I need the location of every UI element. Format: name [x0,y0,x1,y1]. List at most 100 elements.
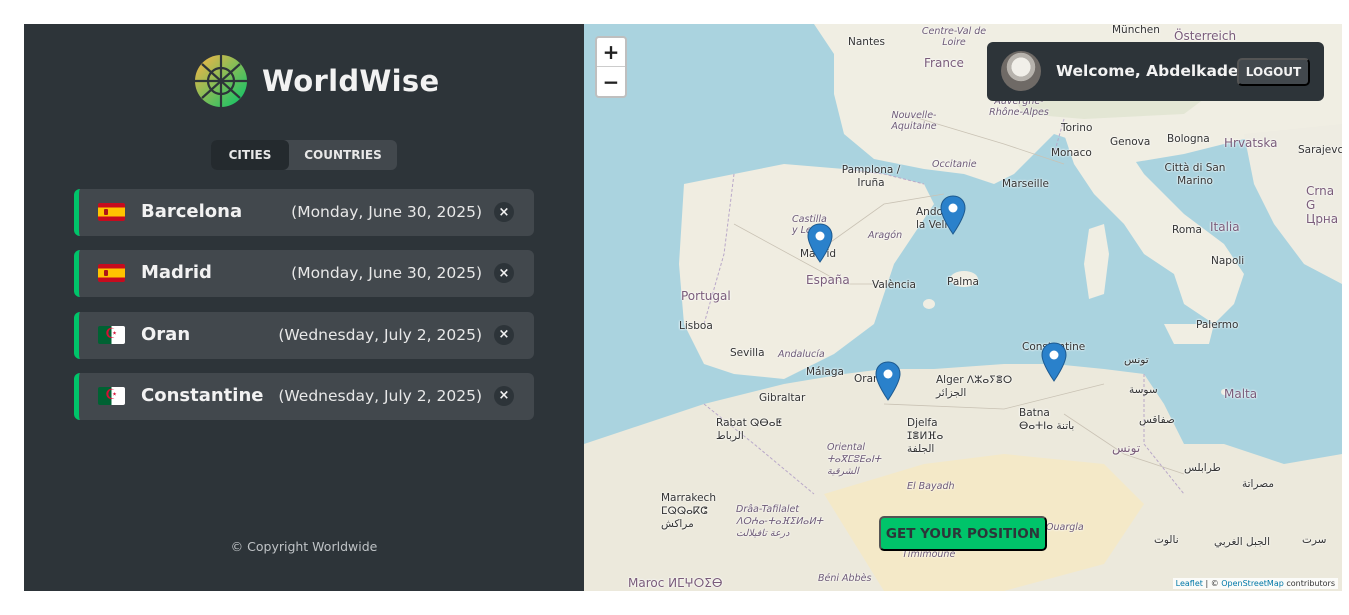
map-label: Roma [1172,224,1202,236]
get-position-button[interactable]: GET YOUR POSITION [879,516,1047,551]
user-panel: Welcome, Abdelkader LOGOUT [987,42,1324,101]
logo[interactable]: WorldWise [194,54,439,108]
map-label: طرابلس [1184,462,1221,474]
map-label: France [924,56,964,70]
city-item-barcelona[interactable]: Barcelona (Monday, June 30, 2025) × [74,189,534,236]
map-marker-icon[interactable] [1041,342,1067,382]
tab-cities[interactable]: CITIES [211,140,289,170]
map-label: Bologna [1167,133,1210,145]
map-label: Torino [1061,122,1093,134]
map-label: Monaco [1051,147,1092,159]
map-label: Portugal [681,289,731,303]
map-label: Lisboa [679,320,713,332]
algeria-flag-icon [98,386,125,405]
map-label: Centre-Val de Loire [921,26,987,48]
map-label: Maroc ⵍⵎⵖⵔⵉⴱ [628,576,723,590]
map-label: Ouargla [1046,522,1084,533]
delete-city-button[interactable]: × [494,263,514,284]
spain-flag-icon [98,203,125,221]
city-item-madrid[interactable]: Madrid (Monday, June 30, 2025) × [74,250,534,298]
delete-city-button[interactable]: × [494,324,514,345]
map-label: Béni Abbès [818,573,872,584]
map-label: Andalucía [778,349,825,360]
city-item-constantine[interactable]: Constantine (Wednesday, July 2, 2025) × [74,372,534,420]
map-label: تونس [1112,441,1141,455]
city-item-oran[interactable]: Oran (Wednesday, July 2, 2025) × [74,311,534,359]
city-list: Barcelona (Monday, June 30, 2025) × Madr… [74,189,534,434]
map-label: Palma [947,276,979,288]
map-label: Marrakech ⵎⵕⵕⴰⴽⵛ مراكش [661,492,716,530]
map-label: مصراتة [1242,478,1274,490]
map-label: Djelfa ⵊⴻⵍⴼⴰ الجلفة [907,417,944,455]
map-label: سرت [1302,534,1327,546]
city-name: Madrid [141,262,212,284]
city-date: (Monday, June 30, 2025) [291,264,482,283]
map-label: تونس [1124,354,1149,366]
tab-countries[interactable]: COUNTRIES [289,140,397,170]
map-label: Malta [1224,387,1258,401]
map-label: Alger ⴷⵣⴰⵢⴻⵔ الجزائر [936,374,1013,399]
map-label: El Bayadh [907,481,955,492]
map-label: España [806,273,850,287]
map-label: نالوت [1154,534,1179,546]
zoom-in-button[interactable]: + [597,38,625,67]
map-label: Napoli [1211,255,1245,267]
map-label: Nouvelle-Aquitaine [891,110,937,132]
map-label: سوسة [1129,384,1158,396]
sidebar: WorldWise CITIES COUNTRIES Barcelona (Mo… [24,24,584,591]
leaflet-link[interactable]: Leaflet [1176,579,1203,588]
map-label: Rabat ⵕⴱⴰⵟ الرباط [716,417,783,442]
map-label: Italia [1210,220,1240,234]
map-label: Málaga [806,366,844,378]
map-label: Sevilla [730,347,765,359]
avatar [1001,51,1041,91]
map-label: Hrvatska [1224,136,1278,150]
attribution-tail: contributors [1283,579,1335,588]
osm-link[interactable]: OpenStreetMap [1221,579,1284,588]
delete-city-button[interactable]: × [494,385,514,406]
map-label: صفاقس [1139,414,1175,426]
spain-flag-icon [98,264,125,283]
zoom-out-button[interactable]: − [597,67,625,96]
map-marker-icon[interactable] [807,223,833,263]
map-label: Gibraltar [759,392,806,404]
map-label: Pamplona / Iruña [841,164,901,189]
map-label: València [872,279,916,291]
map-label: München [1112,24,1160,36]
map-label: الجبل الغربي [1214,536,1271,548]
map-label: Città di San Marino [1164,162,1226,187]
map-attribution: Leaflet | © OpenStreetMap contributors [1172,578,1338,589]
map-label: Occitanie [932,159,977,170]
city-name: Barcelona [141,201,243,222]
map-label: Nantes [848,36,885,48]
city-date: (Wednesday, July 2, 2025) [278,325,482,344]
map-label: Sarajevc [1298,144,1342,156]
map-marker-icon[interactable] [875,361,901,401]
logout-button[interactable]: LOGOUT [1237,58,1310,86]
globe-logo-icon [195,55,247,107]
algeria-flag-icon [98,325,125,344]
map-label: Batna ⴱⴰⵜⵏⴰ باتنة [1019,407,1075,432]
copyright: © Copyright Worldwide [230,539,378,554]
map-label: Oriental ⵜⴰⴳⵎⵓⴹⴰⵏⵜ الشرقية [827,442,882,477]
city-date: (Wednesday, July 2, 2025) [278,386,482,405]
welcome-text: Welcome, Abdelkader [1056,62,1247,80]
app-layout: WorldWise CITIES COUNTRIES Barcelona (Mo… [24,24,1342,591]
delete-city-button[interactable]: × [494,202,514,222]
city-date: (Monday, June 30, 2025) [291,203,482,221]
map-label: Marseille [1002,178,1049,190]
map-marker-icon[interactable] [940,195,966,235]
tab-bar: CITIES COUNTRIES [211,140,397,170]
map-label: Palermo [1196,319,1239,331]
map-label: Genova [1110,136,1151,148]
app-name: WorldWise [262,64,440,98]
city-name: Oran [141,323,191,345]
map-label: Aragón [868,230,903,241]
map-label: Crna G Црна [1306,184,1339,226]
map-label: Drâa-Tafilalet ⴷⵔⵄⴰ-ⵜⴰⴼⵉⵍⴰⵍⵜ درعة تافيلا… [736,504,824,539]
zoom-control: + − [595,36,627,98]
map[interactable]: Nantes Centre-Val de Loire France Münche… [584,24,1342,591]
attribution-separator: | © [1202,579,1222,588]
map-label: Österreich [1174,29,1237,43]
city-name: Constantine [141,384,264,406]
